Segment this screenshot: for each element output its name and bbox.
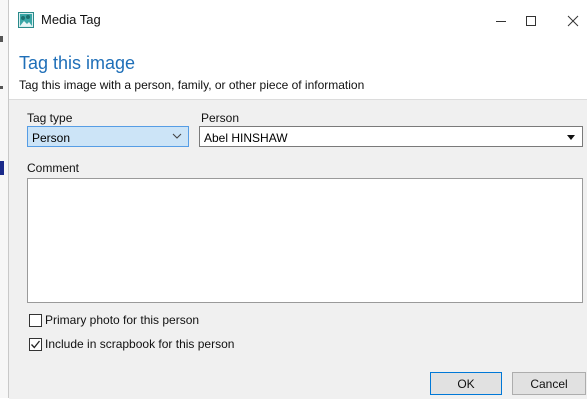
primary-photo-label: Primary photo for this person [45,313,200,327]
maximize-icon [526,16,536,26]
dialog-heading: Tag this image [19,53,136,73]
chevron-down-icon [172,133,182,139]
minimize-icon [496,21,506,22]
tag-type-value: Person [32,131,71,145]
media-tag-dialog: Media Tag Tag this image Tag this image … [8,0,587,399]
tag-type-label: Tag type [27,111,73,125]
media-tag-app-icon [18,12,34,28]
comment-label: Comment [27,161,80,175]
close-button[interactable] [551,7,587,35]
person-value: Abel HINSHAW [204,131,288,145]
dialog-header: Tag this image Tag this image with a per… [9,40,587,99]
primary-photo-checkbox[interactable] [29,313,42,327]
comment-textarea[interactable] [27,178,583,303]
person-label: Person [201,111,240,125]
dialog-body: Tag type Person Person Abel HINSHAW Comm… [9,99,587,399]
include-scrapbook-option[interactable]: Include in scrapbook for this person [29,336,234,352]
ok-button[interactable]: OK [430,372,502,395]
title-bar[interactable]: Media Tag [9,0,587,40]
maximize-button[interactable] [509,7,553,35]
dialog-subheading: Tag this image with a person, family, or… [19,78,365,92]
primary-photo-option[interactable]: Primary photo for this person [29,312,199,328]
include-scrapbook-checkbox[interactable] [29,337,42,351]
background-tick [0,86,3,89]
background-marker [0,161,4,175]
tag-type-select[interactable]: Person [27,126,189,147]
checkmark-icon [31,340,41,348]
background-tick [0,36,3,42]
dropdown-arrow-icon [567,135,575,140]
include-scrapbook-label: Include in scrapbook for this person [45,337,235,351]
person-select[interactable]: Abel HINSHAW [199,126,583,147]
window-title: Media Tag [41,12,101,27]
close-icon [567,15,579,27]
cancel-button[interactable]: Cancel [512,372,586,395]
